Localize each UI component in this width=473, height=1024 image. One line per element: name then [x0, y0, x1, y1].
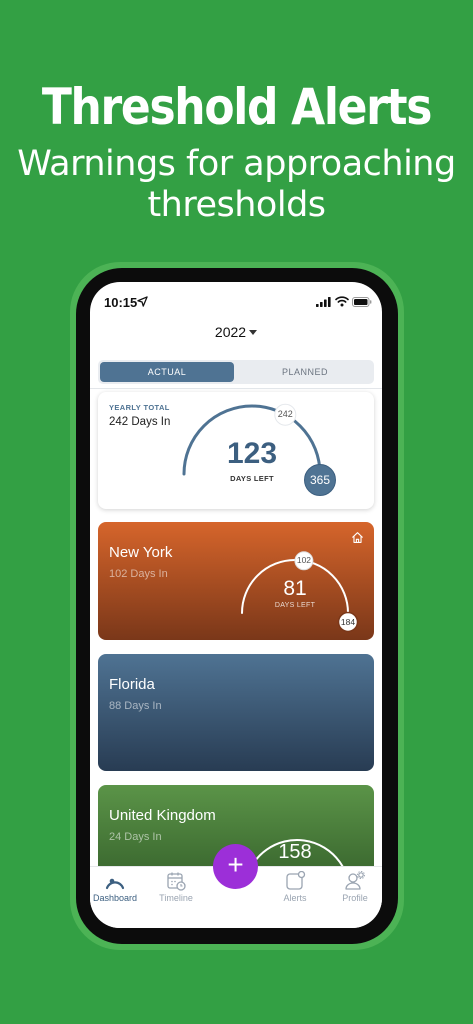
tab-label: Alerts [283, 893, 307, 903]
wifi-icon [335, 296, 349, 307]
year-selector[interactable]: 2022 [90, 324, 382, 340]
caret-down-icon [249, 330, 258, 335]
tab-actual[interactable]: ACTUAL [100, 362, 234, 382]
dashboard-gauge-icon [105, 878, 125, 890]
new-york-days-left-label: DAYS LEFT [274, 602, 316, 609]
new-york-days-left: 81 [283, 577, 307, 600]
yearly-total-days-left-label: DAYS LEFT [230, 474, 274, 483]
location-days-in: 88 Days In [109, 700, 162, 712]
promo-subtitle: Warnings for approaching thresholds [0, 144, 473, 226]
cellular-signal-icon [316, 297, 331, 307]
new-york-max-label: 184 [340, 617, 356, 627]
year-value: 2022 [214, 324, 247, 340]
header-divider [90, 388, 382, 389]
alert-square-icon [286, 871, 306, 890]
promo-subtitle-line1: Warnings for approaching [17, 144, 456, 184]
tab-planned[interactable]: PLANNED [238, 362, 372, 382]
tab-timeline[interactable]: Timeline [148, 871, 204, 903]
promo-subtitle-line2: thresholds [147, 185, 326, 225]
tab-label: Timeline [159, 893, 193, 903]
status-time: 10:15 [104, 295, 138, 310]
tab-label: Profile [342, 893, 368, 903]
app-screen: 10:15 2022 ACTUAL PLANNED YEARLY TOTAL 2… [90, 282, 382, 928]
united-kingdom-days-left: 158 [278, 841, 312, 863]
add-button[interactable]: + [213, 844, 258, 889]
location-name: Florida [109, 676, 155, 693]
promo-title: Threshold Alerts [41, 78, 433, 136]
yearly-total-current-label: 242 [277, 408, 293, 419]
tab-alerts[interactable]: Alerts [267, 871, 323, 903]
user-gear-icon [345, 871, 366, 890]
new-york-gauge [241, 551, 359, 633]
status-bar: 10:15 [90, 282, 382, 322]
location-card-florida[interactable]: Florida 88 Days In [98, 654, 374, 771]
new-york-current-label: 102 [296, 555, 312, 566]
location-arrow-icon [137, 296, 148, 307]
tab-profile[interactable]: Profile [327, 871, 382, 903]
battery-icon [352, 297, 372, 307]
actual-planned-toggle: ACTUAL PLANNED [98, 360, 374, 384]
yearly-total-max-label: 365 [309, 473, 331, 487]
tab-dashboard[interactable]: Dashboard [90, 871, 143, 903]
location-card-new-york[interactable]: New York 102 Days In 102 184 81 DAYS LEF… [98, 522, 374, 640]
yearly-total-days-left: 123 [226, 437, 278, 470]
calendar-clock-icon [167, 872, 186, 891]
yearly-total-card[interactable]: YEARLY TOTAL 242 Days In 242 365 123 DAY… [98, 392, 374, 509]
tab-label: Dashboard [92, 893, 138, 903]
